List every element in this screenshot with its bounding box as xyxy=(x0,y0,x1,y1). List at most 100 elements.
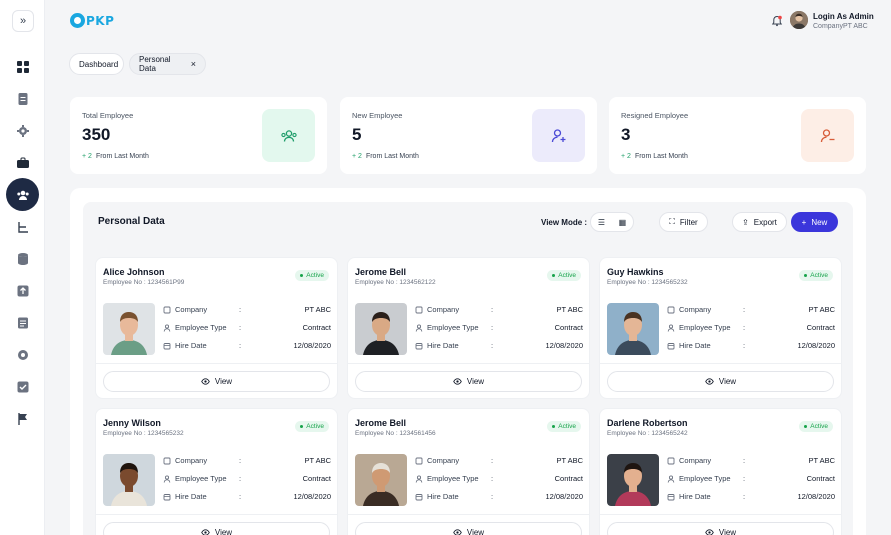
person-icon xyxy=(163,323,171,332)
sidebar-item-employees[interactable] xyxy=(6,178,39,211)
sidebar-item-settings[interactable] xyxy=(6,114,39,147)
notification-bell-icon[interactable] xyxy=(771,15,783,27)
stat-delta: + 2 From Last Month xyxy=(352,153,419,160)
employee-photo xyxy=(355,454,407,506)
view-label: View xyxy=(466,377,485,386)
breadcrumb-dashboard[interactable]: Dashboard xyxy=(69,53,124,75)
stat-delta: + 2 From Last Month xyxy=(82,153,149,160)
list-view-icon[interactable]: ☰ xyxy=(598,218,605,227)
hire-date-value: 12/08/2020 xyxy=(545,341,583,350)
divider xyxy=(600,363,841,364)
hire-date-label: Hire Date xyxy=(679,341,711,350)
hire-date-label: Hire Date xyxy=(427,492,459,501)
flag-icon xyxy=(17,412,27,425)
sidebar-item-upload[interactable] xyxy=(6,274,39,307)
employee-type-value: Contract xyxy=(302,323,331,332)
company-row: Company : PT ABC xyxy=(163,305,331,314)
view-button[interactable]: View xyxy=(607,371,834,392)
sidebar-item-documents[interactable] xyxy=(6,82,39,115)
view-label: View xyxy=(466,528,485,535)
sidebar-item-flags[interactable] xyxy=(6,402,39,435)
employee-card: Alice Johnson Employee No : 1234561P99 A… xyxy=(95,257,338,399)
company-row: Company : PT ABC xyxy=(415,305,583,314)
hire-date-row: Hire Date : 12/08/2020 xyxy=(415,341,583,350)
view-mode-toggle: ☰ ▦ xyxy=(590,212,634,232)
hire-date-label: Hire Date xyxy=(175,341,207,350)
eye-icon xyxy=(705,378,714,385)
employee-type-value: Contract xyxy=(806,323,835,332)
stat-label: Resigned Employee xyxy=(621,111,689,120)
eye-icon xyxy=(201,378,210,385)
filter-icon: ⛶ xyxy=(669,217,675,226)
sidebar-item-jobs[interactable] xyxy=(6,146,39,179)
company-label: Company xyxy=(175,305,208,314)
hire-date-value: 12/08/2020 xyxy=(293,341,331,350)
stat-value: 3 xyxy=(621,125,631,144)
status-badge: Active xyxy=(547,421,581,432)
sidebar-item-records[interactable] xyxy=(6,338,39,371)
hierarchy-icon xyxy=(17,221,28,233)
sidebar-item-database[interactable] xyxy=(6,242,39,275)
view-button[interactable]: View xyxy=(355,371,582,392)
filter-button[interactable]: ⛶ Filter xyxy=(659,212,708,232)
view-button[interactable]: View xyxy=(607,522,834,535)
double-chevron-right-icon: » xyxy=(19,15,27,27)
building-icon xyxy=(415,457,423,464)
export-icon: ⇪ xyxy=(742,217,749,227)
employee-type-label: Employee Type xyxy=(175,474,227,483)
person-icon xyxy=(415,474,423,483)
app-logo[interactable]: PKP xyxy=(70,13,114,28)
sidebar-item-dashboard[interactable] xyxy=(6,50,39,83)
status-badge: Active xyxy=(295,421,329,432)
view-label: View xyxy=(718,377,737,386)
sidebar-expand-button[interactable]: » xyxy=(12,10,34,32)
hire-date-value: 12/08/2020 xyxy=(797,341,835,350)
hire-date-row: Hire Date : 12/08/2020 xyxy=(667,341,835,350)
employee-number: Employee No : 1234561456 xyxy=(355,430,436,437)
employee-type-value: Contract xyxy=(554,323,583,332)
stat-value: 5 xyxy=(352,125,362,144)
employee-type-row: Employee Type : Contract xyxy=(415,474,583,483)
employee-name: Jenny Wilson xyxy=(103,418,161,428)
view-button[interactable]: View xyxy=(355,522,582,535)
breadcrumb-personal-data[interactable]: Personal Data × xyxy=(129,53,206,75)
employee-card: Jenny Wilson Employee No : 1234565232 Ac… xyxy=(95,408,338,535)
employee-photo xyxy=(607,303,659,355)
employee-type-label: Employee Type xyxy=(679,323,731,332)
view-label: View xyxy=(718,528,737,535)
eye-icon xyxy=(453,529,462,535)
hire-date-label: Hire Date xyxy=(175,492,207,501)
status-badge: Active xyxy=(547,270,581,281)
sidebar-item-hierarchy[interactable] xyxy=(6,210,39,243)
eye-icon xyxy=(453,378,462,385)
sidebar-item-approvals[interactable] xyxy=(6,370,39,403)
view-mode-label: View Mode : xyxy=(541,218,588,227)
close-icon[interactable]: × xyxy=(191,59,196,69)
view-button[interactable]: View xyxy=(103,522,330,535)
building-icon xyxy=(667,306,675,313)
stat-icon-box xyxy=(532,109,585,162)
company-value: PT ABC xyxy=(556,456,583,465)
user-avatar[interactable] xyxy=(790,11,808,29)
status-badge: Active xyxy=(799,270,833,281)
upload-icon xyxy=(17,285,28,296)
sidebar-item-reports[interactable] xyxy=(6,306,39,339)
employee-name: Guy Hawkins xyxy=(607,267,664,277)
person-icon xyxy=(667,323,675,332)
export-button[interactable]: ⇪ Export xyxy=(732,212,787,232)
divider xyxy=(96,514,337,515)
person-icon xyxy=(415,323,423,332)
hire-date-row: Hire Date : 12/08/2020 xyxy=(163,492,331,501)
employee-type-value: Contract xyxy=(806,474,835,483)
employee-type-row: Employee Type : Contract xyxy=(415,323,583,332)
employee-name: Alice Johnson xyxy=(103,267,165,277)
gear-icon xyxy=(16,124,29,137)
employee-name: Jerome Bell xyxy=(355,267,407,277)
employee-card: Darlene Robertson Employee No : 12345652… xyxy=(599,408,842,535)
grid-view-icon[interactable]: ▦ xyxy=(619,218,627,227)
new-button[interactable]: + New xyxy=(791,212,838,232)
employee-name: Darlene Robertson xyxy=(607,418,688,428)
employee-number: Employee No : 1234565232 xyxy=(103,430,184,437)
company-row: Company : PT ABC xyxy=(667,305,835,314)
view-button[interactable]: View xyxy=(103,371,330,392)
